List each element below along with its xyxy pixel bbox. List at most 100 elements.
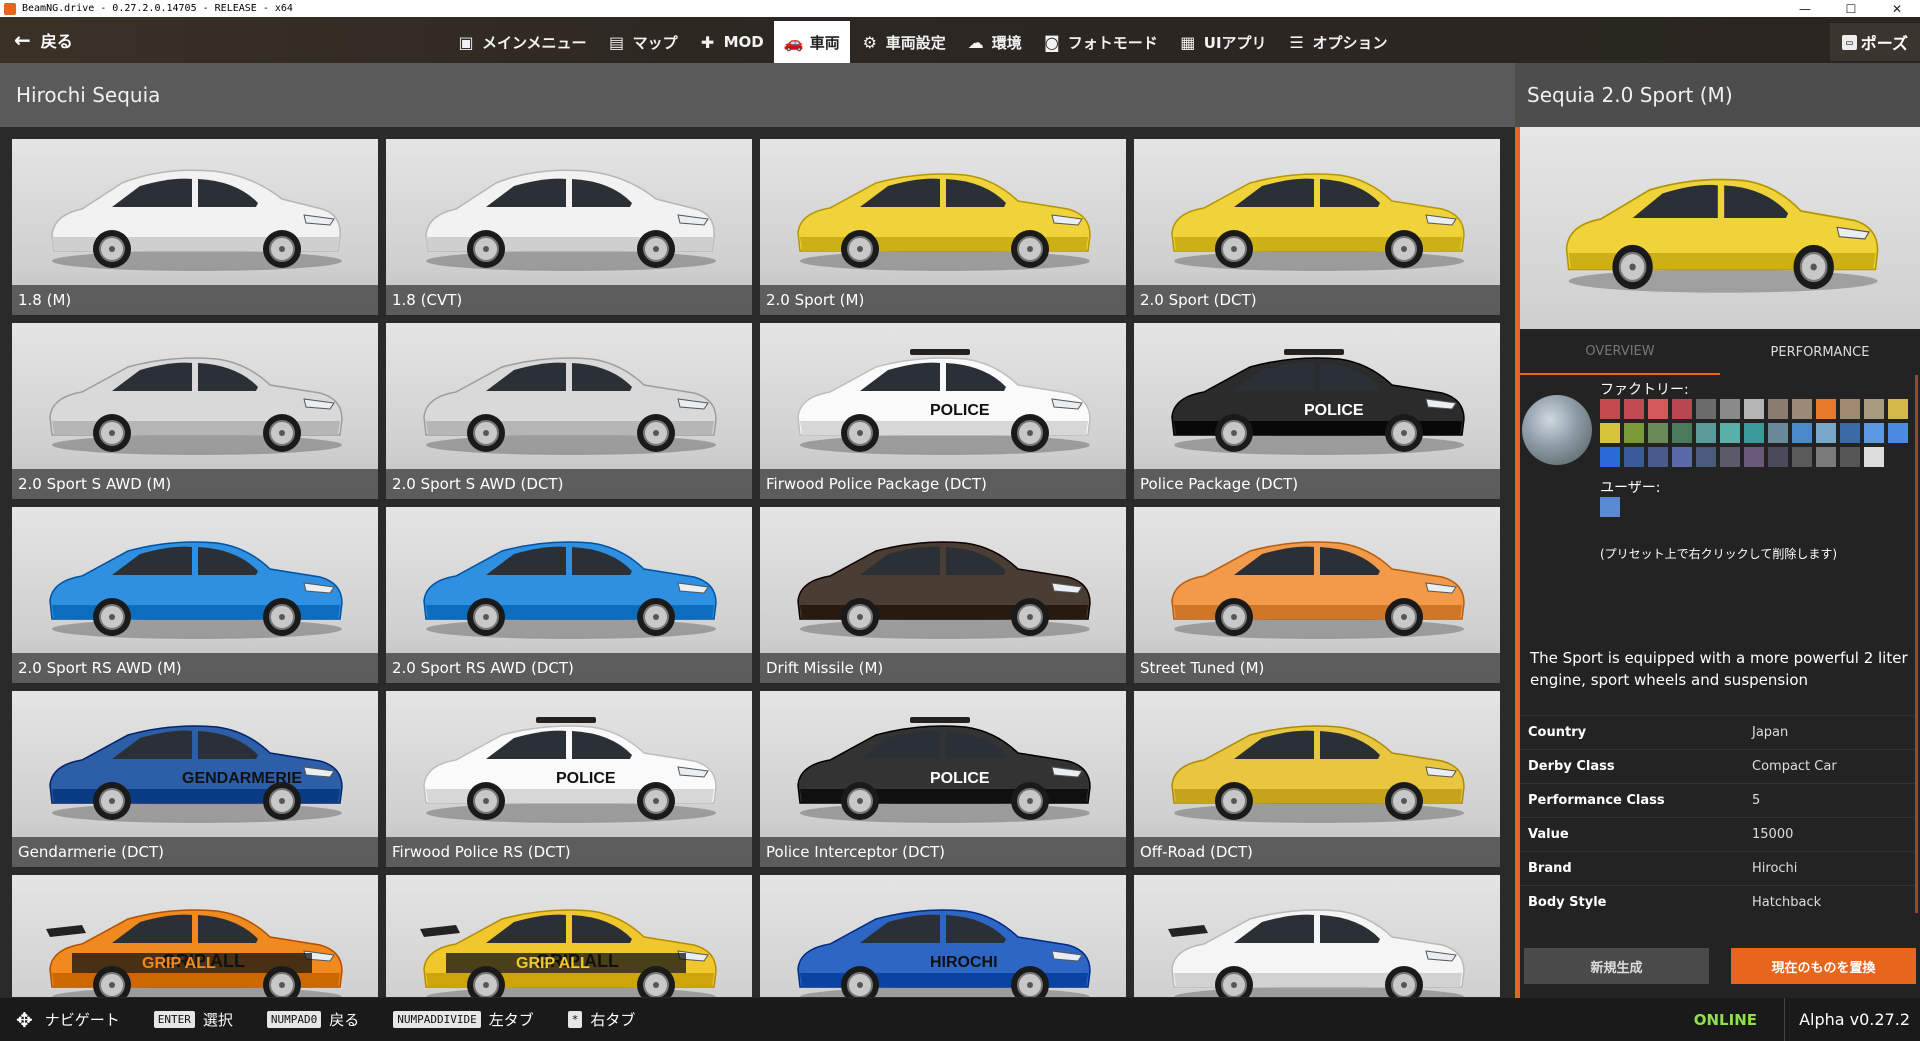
tab-performance[interactable]: PERFORMANCE: [1720, 329, 1920, 375]
color-swatch[interactable]: [1696, 447, 1716, 467]
config-card[interactable]: 1.8 (M): [12, 139, 378, 315]
color-swatch[interactable]: [1792, 423, 1812, 443]
detail-vehicle-preview: [1520, 127, 1920, 329]
config-label: 2.0 Sport RS AWD (M): [12, 653, 378, 683]
spawn-new-button[interactable]: 新規生成: [1524, 948, 1709, 984]
color-swatch[interactable]: [1888, 423, 1908, 443]
config-card[interactable]: 2.0 Sport RS AWD (M): [12, 507, 378, 683]
color-swatch[interactable]: [1600, 399, 1620, 419]
input-hint: ✥ ナビゲート: [16, 1008, 120, 1032]
tab-camera[interactable]: ◙ フォトモード: [1032, 21, 1168, 63]
config-label: Street Tuned (M): [1134, 653, 1500, 683]
tab-ui-apps[interactable]: ▦ UIアプリ: [1168, 21, 1277, 63]
config-card[interactable]: [1134, 875, 1500, 997]
tab-main-menu[interactable]: ▣ メインメニュー: [446, 21, 597, 63]
color-swatch[interactable]: [1600, 447, 1620, 467]
color-swatch[interactable]: [1672, 423, 1692, 443]
minimize-button[interactable]: —: [1782, 0, 1828, 17]
spec-row: Brand Hirochi: [1520, 851, 1915, 885]
color-swatch[interactable]: [1672, 399, 1692, 419]
color-swatch[interactable]: [1696, 423, 1716, 443]
color-swatch[interactable]: [1792, 399, 1812, 419]
config-card[interactable]: POLICE Police Interceptor (DCT): [760, 691, 1126, 867]
color-swatch[interactable]: [1720, 423, 1740, 443]
car-thumbnail: [51, 169, 342, 271]
svg-text:POLICE: POLICE: [1304, 402, 1364, 419]
config-card[interactable]: POLICE Police Package (DCT): [1134, 323, 1500, 499]
control-hints-bar: ✥ ナビゲート ENTER 選択 NUMPAD0 戻る NUMPADDIVIDE 左タブ * 右タ…: [0, 998, 1920, 1041]
config-card[interactable]: GENDARMERIE Gendarmerie (DCT): [12, 691, 378, 867]
pause-button[interactable]: ▭ ポーズ: [1830, 23, 1920, 61]
config-card[interactable]: POLICE Firwood Police Package (DCT): [760, 323, 1126, 499]
car-thumbnail: POLICE: [1171, 349, 1465, 455]
color-swatch[interactable]: [1768, 447, 1788, 467]
color-swatch[interactable]: [1840, 399, 1860, 419]
color-swatch[interactable]: [1720, 399, 1740, 419]
color-swatch[interactable]: [1816, 399, 1836, 419]
config-card[interactable]: 2.0 Sport S AWD (DCT): [386, 323, 752, 499]
color-swatch[interactable]: [1696, 399, 1716, 419]
vehicle-config-list: Hirochi Sequia 1.8 (M) 1.8 (CVT) 2.0 Sport…: [0, 63, 1515, 998]
car-icon: 🚗: [783, 32, 804, 52]
color-swatch[interactable]: [1768, 423, 1788, 443]
color-swatch[interactable]: [1816, 447, 1836, 467]
color-swatch[interactable]: [1816, 423, 1836, 443]
color-swatch[interactable]: [1720, 447, 1740, 467]
config-card[interactable]: Street Tuned (M): [1134, 507, 1500, 683]
color-swatch[interactable]: [1600, 423, 1620, 443]
color-swatch[interactable]: [1792, 447, 1812, 467]
factory-swatches: [1600, 399, 1908, 467]
tab-options[interactable]: ☰ オプション: [1277, 21, 1398, 63]
tab-label: 環境: [991, 33, 1022, 52]
color-swatch[interactable]: [1744, 399, 1764, 419]
color-swatch[interactable]: [1744, 447, 1764, 467]
tab-map[interactable]: ▤ マップ: [597, 21, 688, 63]
back-button[interactable]: ← 戻る: [0, 17, 88, 63]
color-swatch[interactable]: [1864, 399, 1884, 419]
color-swatch[interactable]: [1648, 399, 1668, 419]
config-card[interactable]: Off-Road (DCT): [1134, 691, 1500, 867]
config-card[interactable]: HIROCHI: [760, 875, 1126, 997]
spec-row: Country Japan: [1520, 715, 1915, 749]
tab-car[interactable]: 🚗 車両: [773, 21, 850, 63]
color-swatch[interactable]: [1624, 447, 1644, 467]
color-swatch[interactable]: [1648, 447, 1668, 467]
color-swatch[interactable]: [1600, 497, 1620, 517]
tab-label: 車両: [809, 33, 840, 52]
tab-overview[interactable]: OVERVIEW: [1520, 329, 1720, 375]
config-card[interactable]: 1.8 (CVT): [386, 139, 752, 315]
config-card[interactable]: POLICE Firwood Police RS (DCT): [386, 691, 752, 867]
color-swatch[interactable]: [1864, 423, 1884, 443]
color-swatch[interactable]: [1840, 447, 1860, 467]
config-label: 1.8 (M): [12, 285, 378, 315]
config-card[interactable]: 2.0 Sport RS AWD (DCT): [386, 507, 752, 683]
car-thumbnail: HIROCHI: [797, 909, 1091, 997]
config-card[interactable]: GRIP ALLGRIP ALL: [386, 875, 752, 997]
config-card[interactable]: 2.0 Sport (M): [760, 139, 1126, 315]
app-icon: [4, 2, 16, 15]
replace-current-button[interactable]: 現在のものを置換: [1731, 948, 1916, 984]
tab-weather[interactable]: ☁ 環境: [956, 21, 1032, 63]
color-swatch[interactable]: [1624, 399, 1644, 419]
color-swatch[interactable]: [1672, 447, 1692, 467]
tab-car-config[interactable]: ⚙ 車両設定: [850, 21, 956, 63]
tab-puzzle[interactable]: ✚ MOD: [688, 21, 774, 63]
config-card[interactable]: GRIP ALLGRIP ALL: [12, 875, 378, 997]
config-card[interactable]: 2.0 Sport (DCT): [1134, 139, 1500, 315]
color-swatch[interactable]: [1888, 399, 1908, 419]
config-card[interactable]: 2.0 Sport S AWD (M): [12, 323, 378, 499]
config-card[interactable]: Drift Missile (M): [760, 507, 1126, 683]
detail-scrollbar[interactable]: [1915, 375, 1918, 913]
close-button[interactable]: ✕: [1874, 0, 1920, 17]
color-swatch[interactable]: [1840, 423, 1860, 443]
color-swatch[interactable]: [1648, 423, 1668, 443]
color-swatch[interactable]: [1864, 447, 1884, 467]
color-swatch[interactable]: [1744, 423, 1764, 443]
color-swatch[interactable]: [1768, 399, 1788, 419]
key-badge: ENTER: [153, 1011, 195, 1028]
pause-label: ポーズ: [1860, 34, 1908, 53]
color-swatch[interactable]: [1624, 423, 1644, 443]
back-label: 戻る: [40, 32, 73, 51]
tab-label: オプション: [1312, 33, 1388, 52]
maximize-button[interactable]: ☐: [1828, 0, 1874, 17]
